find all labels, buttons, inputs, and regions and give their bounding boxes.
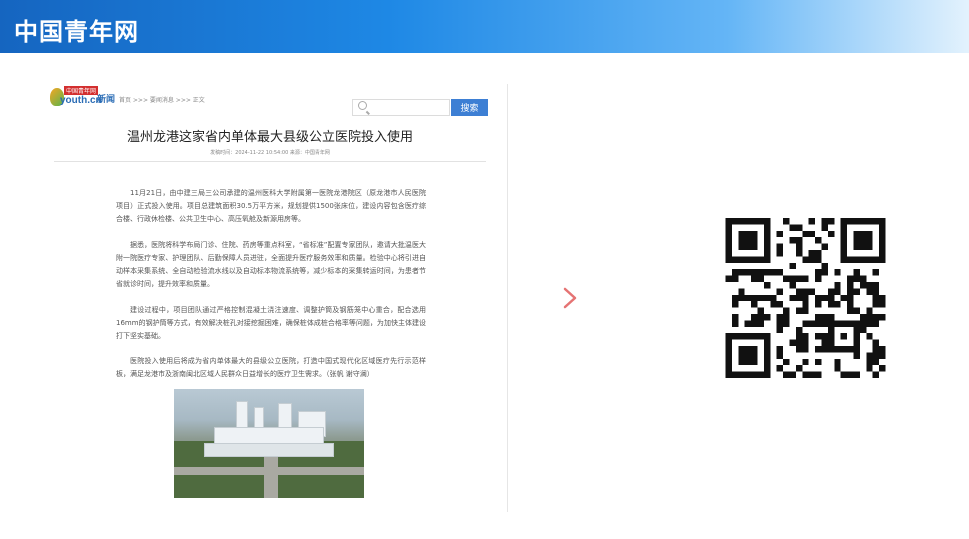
search-button[interactable]: 搜索 [451, 99, 488, 116]
qr-code-graphic [725, 218, 886, 378]
youth-logo-mini-text: 中国青年网 [64, 86, 99, 95]
youth-logo[interactable]: 中国青年网 youth.cn [50, 86, 102, 114]
search-input[interactable] [352, 99, 450, 116]
news-channel-link[interactable]: 新闻 [97, 92, 115, 105]
title-divider [54, 161, 486, 162]
top-banner: 中国青年网 [0, 0, 969, 53]
search-icon [358, 101, 367, 110]
article-paragraph-3: 建设过程中，项目团队通过严格控制混凝土浇注速度、调整护筒及钢筋笼中心重合，配合选… [116, 306, 426, 340]
site-logo[interactable]: 中国青年网 [14, 12, 139, 47]
breadcrumb[interactable]: 首页 >>> 要闻消息 >>> 正文 [119, 95, 205, 104]
article-meta: 发稿时间：2024-11-22 10:54:00 来源：中国青年网 [210, 150, 330, 156]
article-paragraph-4: 医院投入使用后将成为省内单体最大的县级公立医院，打造中国式现代化区域医疗先行示范… [116, 357, 426, 378]
article-paragraph-2: 据悉，医院将科学布局门诊、住院、药房等重点科室，“省标准”配置专家团队，邀请大批… [116, 241, 426, 288]
article-paragraph-1: 11月21日，由中建三局三公司承建的温州医科大学附属第一医院龙港院区（原龙港市人… [116, 189, 426, 223]
hospital-aerial-photo [174, 389, 364, 498]
article-title: 温州龙港这家省内单体最大县级公立医院投入使用 [126, 130, 413, 145]
qr-code [724, 218, 887, 378]
chevron-right-icon[interactable] [560, 286, 580, 310]
panel-divider [507, 84, 508, 512]
youth-logo-domain: youth.cn [60, 95, 102, 106]
